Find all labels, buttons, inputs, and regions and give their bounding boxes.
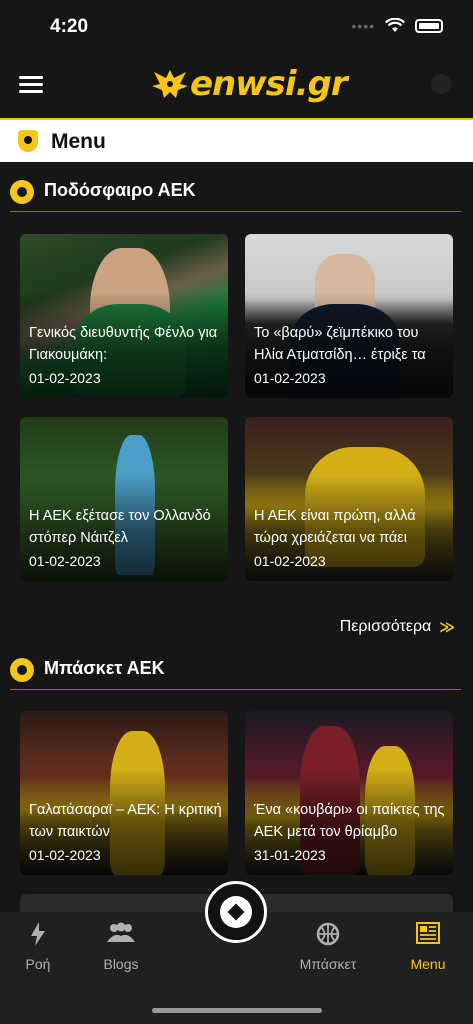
profile-icon[interactable] [431,74,451,94]
app-header: enwsi.gr [0,52,473,116]
tab-label: Μπάσκετ [299,956,357,972]
menu-title: Menu [51,130,106,153]
section-title-football: Ποδόσφαιρο ΑΕΚ [44,180,196,200]
news-date: 31-01-2023 [254,847,326,863]
section-title-basketball: Μπάσκετ ΑΕΚ [44,658,165,678]
news-title: Γενικός διευθυντής Φένλο για Γιακουμάκη: [29,325,218,363]
tab-blogs[interactable]: Blogs [81,922,161,972]
news-title: Το «βαρύ» ζεϊμπέκικο του Ηλία Ατματσίδη…… [254,325,426,363]
logo-text: enwsi.gr [190,64,348,104]
news-card[interactable]: Η ΑΕΚ εξέτασε τον Ολλανδό στόπερ Νάιτζελ… [20,417,228,581]
news-title: Ένα «κουβάρι» οι παίκτες της ΑΕΚ μετά το… [254,802,445,840]
news-title: Γαλατάσαραϊ – ΑΕΚ: Η κριτική των παικτών [29,802,222,840]
status-icons: •••• [351,18,443,34]
tab-menu[interactable]: Menu [388,922,468,972]
tab-label: Ροή [25,956,51,972]
lightning-icon [0,922,78,950]
section-header-football: Ποδόσφαιρο ΑΕΚ [10,172,461,212]
more-link-label: Περισσότερα [339,618,432,635]
news-date: 01-02-2023 [29,553,101,569]
tab-feed[interactable]: Ροή [0,922,78,972]
news-date: 01-02-2023 [254,370,326,386]
tab-label: Blogs [103,956,139,972]
basketball-icon [288,922,368,950]
eagle-logo-icon [152,70,188,98]
news-card[interactable]: Η ΑΕΚ είναι πρώτη, αλλά τώρα χρειάζεται … [245,417,453,581]
people-icon [81,922,161,950]
tab-basketball[interactable]: Μπάσκετ [288,922,368,972]
news-date: 01-02-2023 [29,847,101,863]
news-card[interactable]: Το «βαρύ» ζεϊμπέκικο του Ηλία Ατματσίδη…… [245,234,453,398]
news-card[interactable]: Ένα «κουβάρι» οι παίκτες της ΑΕΚ μετά το… [245,711,453,875]
tab-label: Menu [410,956,446,972]
double-chevron-right-icon: ≫ [439,619,455,636]
basketball-icon [10,658,34,682]
news-title: Η ΑΕΚ είναι πρώτη, αλλά τώρα χρειάζεται … [254,508,416,546]
news-title: Η ΑΕΚ εξέτασε τον Ολλανδό στόπερ Νάιτζελ [29,508,211,546]
newspaper-icon [388,922,468,950]
wifi-icon [385,18,405,32]
section-header-basketball: Μπάσκετ ΑΕΚ [10,650,461,690]
more-link-football[interactable]: Περισσότερα ≫ [340,618,455,636]
news-card[interactable]: Γενικός διευθυντής Φένλο για Γιακουμάκη:… [20,234,228,398]
status-bar: 4:20 •••• [0,0,473,52]
home-indicator[interactable] [152,1008,322,1013]
news-card[interactable]: Γαλατάσαραϊ – ΑΕΚ: Η κριτική των παικτών… [20,711,228,875]
battery-icon [415,19,443,33]
news-date: 01-02-2023 [254,553,326,569]
menu-bar: Menu [0,118,473,162]
status-time: 4:20 [50,16,89,37]
aek-crest-icon [18,130,38,152]
news-date: 01-02-2023 [29,370,101,386]
football-icon [10,180,34,204]
signal-dots-icon: •••• [351,18,375,34]
hamburger-menu-icon[interactable] [19,76,43,94]
site-logo[interactable]: enwsi.gr [150,64,348,104]
soccer-ball-icon[interactable] [205,881,267,943]
